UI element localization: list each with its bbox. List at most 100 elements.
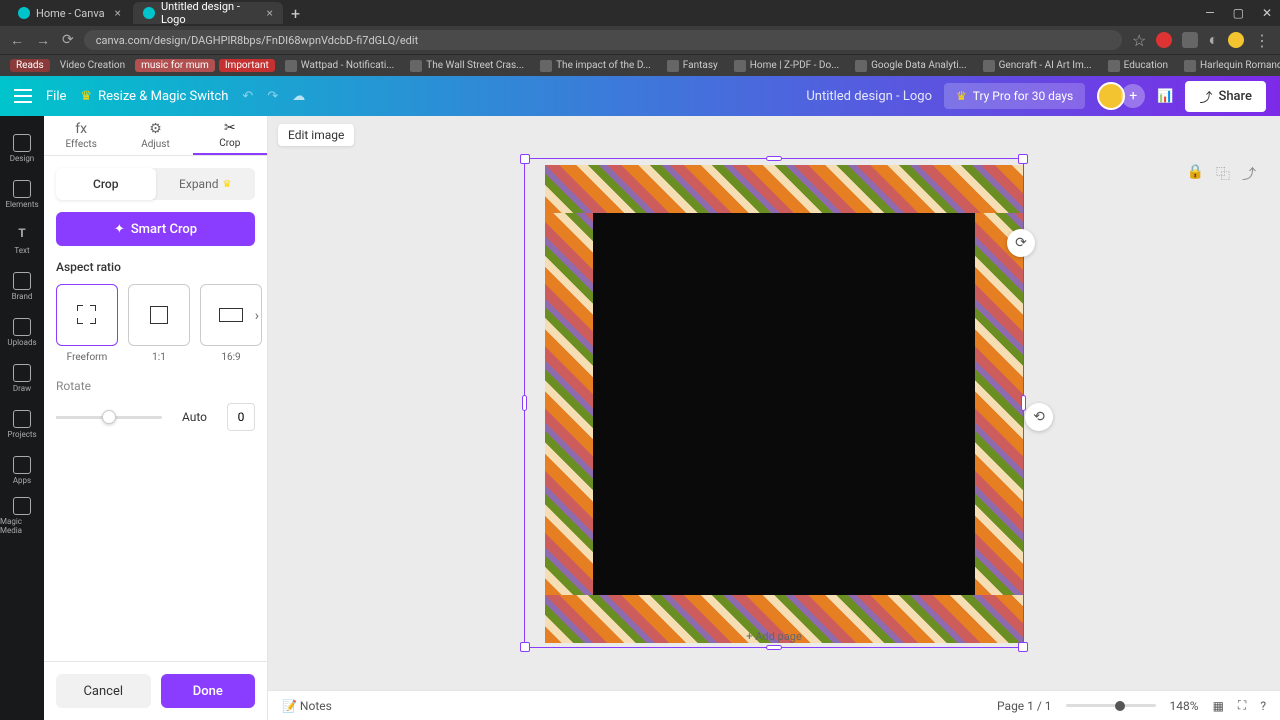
auto-rotate-button[interactable]: Auto — [172, 404, 217, 430]
tab-crop[interactable]: ✂Crop — [193, 116, 267, 155]
crop-handle[interactable] — [520, 154, 530, 164]
tab-effects[interactable]: fxEffects — [44, 116, 118, 155]
extension-icon[interactable]: ◐ — [1208, 30, 1218, 50]
bookmark-item[interactable]: Home | Z-PDF - Do... — [728, 58, 845, 74]
bookmark-item[interactable]: Fantasy — [661, 58, 724, 74]
cloud-sync-icon[interactable]: ☁ — [292, 89, 305, 104]
rail-uploads[interactable]: Uploads — [0, 310, 44, 354]
zoom-value[interactable]: 148% — [1170, 699, 1199, 713]
seg-expand[interactable]: Expand♛ — [156, 168, 256, 200]
bookmark-item[interactable]: Education — [1102, 58, 1174, 74]
crop-handle[interactable] — [1018, 642, 1028, 652]
tab-adjust[interactable]: ⚙Adjust — [118, 116, 192, 155]
bookmarks-bar: Reads Video Creation music for mum Impor… — [0, 54, 1280, 76]
canvas-image[interactable] — [545, 165, 1023, 643]
fullscreen-icon[interactable]: ⛶ — [1238, 698, 1246, 713]
collaborators[interactable]: + — [1097, 82, 1145, 110]
help-icon[interactable]: ? — [1260, 699, 1266, 713]
undo-icon[interactable]: ↶ — [242, 89, 253, 104]
rail-design[interactable]: Design — [0, 126, 44, 170]
bookmark-item[interactable]: The Wall Street Cras... — [404, 58, 530, 74]
status-bar: 📝 Notes Page 1 / 1 148% ▦ ⛶ ? — [268, 690, 1280, 720]
bookmark-item[interactable]: Google Data Analyti... — [849, 58, 973, 74]
rotate-value[interactable]: 0 — [227, 403, 255, 431]
forward-icon[interactable]: → — [36, 32, 50, 49]
seg-crop[interactable]: Crop — [56, 168, 156, 200]
rail-text[interactable]: Text — [0, 218, 44, 262]
bookmark-item[interactable]: The impact of the D... — [534, 58, 657, 74]
browser-toolbar: ← → ⟳ canva.com/design/DAGHPlR8bps/FnDI6… — [0, 26, 1280, 54]
crop-handle[interactable] — [520, 642, 530, 652]
slider-thumb[interactable] — [102, 410, 116, 424]
add-collaborator-icon[interactable]: + — [1121, 84, 1145, 108]
try-pro-button[interactable]: ♛Try Pro for 30 days — [944, 83, 1085, 109]
redo-icon[interactable]: ↷ — [267, 89, 278, 104]
rail-projects[interactable]: Projects — [0, 402, 44, 446]
menu-icon[interactable]: ⋮ — [1254, 31, 1270, 50]
bookmark-item[interactable]: music for mum — [135, 59, 215, 72]
crop-handle[interactable] — [766, 156, 782, 161]
resize-button[interactable]: ♛Resize & Magic Switch — [80, 89, 228, 104]
extension-icon[interactable] — [1156, 32, 1172, 48]
crop-handle[interactable] — [522, 395, 527, 411]
chevron-right-icon[interactable]: › — [255, 308, 259, 324]
star-icon[interactable]: ☆ — [1132, 31, 1146, 50]
reload-icon[interactable]: ⟳ — [62, 32, 74, 49]
notes-button[interactable]: 📝 Notes — [282, 699, 332, 713]
file-menu[interactable]: File — [46, 89, 66, 104]
aspect-1-1[interactable]: 1:1 — [128, 284, 190, 363]
menu-icon[interactable] — [14, 89, 32, 103]
rail-brand[interactable]: Brand — [0, 264, 44, 308]
close-icon[interactable]: × — [115, 6, 121, 20]
crop-handle[interactable] — [1021, 395, 1026, 411]
bookmark-item[interactable]: Gencraft - AI Art Im... — [977, 58, 1098, 74]
crop-icon: ✂ — [224, 120, 236, 136]
profile-avatar[interactable] — [1228, 32, 1244, 48]
done-button[interactable]: Done — [161, 674, 256, 708]
close-icon[interactable]: × — [267, 6, 273, 20]
adjust-icon: ⚙ — [149, 121, 162, 137]
crop-expand-toggle: Crop Expand♛ — [56, 168, 255, 200]
zoom-slider[interactable] — [1066, 704, 1156, 707]
extension-icon[interactable] — [1182, 32, 1198, 48]
minimize-icon[interactable]: ― — [1205, 6, 1214, 20]
cancel-button[interactable]: Cancel — [56, 674, 151, 708]
rotate-handle-icon[interactable]: ⟲ — [1025, 403, 1053, 431]
browser-tab[interactable]: Untitled design - Logo× — [133, 2, 283, 24]
crop-selection[interactable]: ⟳ ⟲ + Add page — [524, 158, 1024, 648]
left-rail: Design Elements Text Brand Uploads Draw … — [0, 116, 44, 720]
side-panel: fxEffects ⚙Adjust ✂Crop Crop Expand♛ ✦Sm… — [44, 116, 268, 720]
rail-draw[interactable]: Draw — [0, 356, 44, 400]
design-title[interactable]: Untitled design - Logo — [806, 89, 932, 104]
bookmark-item[interactable]: Wattpad - Notificati... — [279, 58, 400, 74]
rail-apps[interactable]: Apps — [0, 448, 44, 492]
new-tab-button[interactable]: + — [291, 4, 300, 23]
add-page-button[interactable]: + Add page — [746, 630, 801, 643]
maximize-icon[interactable]: ▢ — [1233, 6, 1244, 20]
share-button[interactable]: ⤴Share — [1185, 81, 1266, 112]
floral-border-decoration — [975, 213, 1023, 595]
canvas-area: Edit image 🔒 ⿻ ⤴ — [268, 116, 1280, 720]
rail-elements[interactable]: Elements — [0, 172, 44, 216]
app-header: File ♛Resize & Magic Switch ↶ ↷ ☁ Untitl… — [0, 76, 1280, 116]
browser-tab[interactable]: Home - Canva× — [8, 2, 131, 24]
aspect-freeform[interactable]: Freeform — [56, 284, 118, 363]
aspect-16-9[interactable]: 16:9 — [200, 284, 262, 363]
bookmark-item[interactable]: Reads — [10, 59, 50, 72]
url-input[interactable]: canva.com/design/DAGHPlR8bps/FnDI68wpnVd… — [84, 30, 1122, 50]
bookmark-item[interactable]: Harlequin Romanc... — [1178, 58, 1280, 74]
crop-handle[interactable] — [1018, 154, 1028, 164]
grid-view-icon[interactable]: ▦ — [1213, 699, 1224, 713]
bookmark-item[interactable]: Video Creation — [54, 58, 131, 73]
analytics-icon[interactable]: 📊 — [1157, 89, 1173, 104]
back-icon[interactable]: ← — [10, 32, 24, 49]
smart-crop-button[interactable]: ✦Smart Crop — [56, 212, 255, 246]
rail-magic-media[interactable]: Magic Media — [0, 494, 44, 538]
refresh-icon[interactable]: ⟳ — [1007, 229, 1035, 257]
crop-handle[interactable] — [766, 645, 782, 650]
bookmark-item[interactable]: Important — [219, 59, 275, 72]
page-indicator[interactable]: Page 1 / 1 — [997, 699, 1052, 713]
aspect-ratio-label: Aspect ratio — [56, 260, 255, 274]
rotate-slider[interactable] — [56, 416, 162, 419]
close-window-icon[interactable]: ✕ — [1262, 6, 1272, 20]
